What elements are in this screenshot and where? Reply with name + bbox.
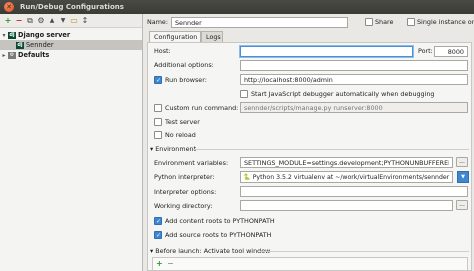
add-task-icon[interactable]: + xyxy=(156,259,163,268)
title-bar: ✕ Run/Debug Configurations xyxy=(0,0,474,14)
host-label: Host: xyxy=(154,47,171,55)
django-icon: dj xyxy=(8,31,16,39)
copy-icon[interactable]: ⧉ xyxy=(25,16,35,26)
move-up-icon[interactable]: ▲ xyxy=(47,16,57,26)
name-field[interactable] xyxy=(171,17,348,28)
chevron-down-icon[interactable]: ▼ xyxy=(457,171,469,183)
add-source-roots-label: Add source roots to PYTHONPATH xyxy=(165,231,272,239)
tree-group-label: Django server xyxy=(18,31,71,39)
run-browser-checkbox[interactable] xyxy=(154,76,162,84)
section-divider xyxy=(193,149,469,150)
python-interpreter-value: Python 3.5.2 virtualenv at ~/work/virtua… xyxy=(252,174,450,181)
run-browser-label: Run browser: xyxy=(165,76,207,84)
tab-configuration[interactable]: Configuration xyxy=(149,31,201,42)
python-interpreter-select[interactable]: 🐍 Python 3.5.2 virtualenv at ~/work/virt… xyxy=(240,171,453,183)
custom-run-command-label: Custom run command: xyxy=(165,104,239,112)
js-debugger-checkbox[interactable] xyxy=(240,90,248,98)
port-label: Port: xyxy=(418,47,433,55)
configuration-editor: Name: Share Single instance only Configu… xyxy=(143,14,474,271)
name-label: Name: xyxy=(147,18,169,26)
before-launch-section-header[interactable]: ▾ Before launch: Activate tool window xyxy=(150,246,270,256)
add-icon[interactable]: + xyxy=(3,16,13,26)
env-vars-label: Environment variables: xyxy=(154,159,229,167)
section-divider xyxy=(260,251,469,252)
django-icon: dj xyxy=(16,41,24,49)
additional-options-field[interactable] xyxy=(240,60,468,71)
remove-task-icon[interactable]: − xyxy=(167,259,174,268)
host-field[interactable] xyxy=(240,46,413,57)
expand-arrow-icon: ▾ xyxy=(150,145,154,153)
run-browser-url-field[interactable] xyxy=(240,74,468,85)
interpreter-options-field[interactable] xyxy=(240,186,468,197)
working-directory-label: Working directory: xyxy=(154,202,213,210)
interpreter-options-label: Interpreter options: xyxy=(154,188,217,196)
tree-group-django-server[interactable]: ▾ dj Django server xyxy=(0,30,142,40)
working-directory-field[interactable] xyxy=(240,200,453,211)
tree-item-sennder[interactable]: dj Sennder xyxy=(0,40,142,50)
add-source-roots-checkbox[interactable] xyxy=(154,231,162,239)
python-icon: 🐍 xyxy=(243,174,251,181)
custom-run-command-field[interactable] xyxy=(240,102,468,113)
window-title: Run/Debug Configurations xyxy=(20,3,124,11)
working-directory-browse-button[interactable]: ... xyxy=(456,200,468,210)
tree-group-defaults[interactable]: ▸ ⚙ Defaults xyxy=(0,50,142,60)
single-instance-checkbox[interactable] xyxy=(407,18,415,26)
no-reload-checkbox[interactable] xyxy=(154,131,162,139)
configurations-sidebar: + − ⧉ ⚙ ▲ ▼ ▭ ↕ ▾ dj Django server dj Sennd… xyxy=(0,14,143,271)
configuration-panel: Host: Port: Additional options: Run brow… xyxy=(147,42,472,271)
expand-arrow-icon: ▾ xyxy=(150,247,154,255)
share-checkbox[interactable] xyxy=(365,18,373,26)
test-server-label: Test server xyxy=(165,118,200,126)
env-vars-browse-button[interactable]: ... xyxy=(456,157,468,167)
tree-group-label: Defaults xyxy=(18,51,50,59)
sort-icon[interactable]: ↕ xyxy=(80,16,90,26)
env-vars-field[interactable] xyxy=(240,157,453,168)
python-interpreter-label: Python interpreter: xyxy=(154,173,215,181)
move-down-icon[interactable]: ▼ xyxy=(58,16,68,26)
close-icon[interactable]: ✕ xyxy=(4,2,14,12)
custom-run-command-checkbox[interactable] xyxy=(154,104,162,112)
collapse-arrow-icon[interactable]: ▸ xyxy=(0,51,8,61)
test-server-checkbox[interactable] xyxy=(154,118,162,126)
before-launch-toolbar: + − xyxy=(152,257,468,270)
remove-icon[interactable]: − xyxy=(14,16,24,26)
share-label: Share xyxy=(375,18,394,26)
environment-section-header[interactable]: ▾ Environment xyxy=(150,144,196,154)
no-reload-label: No reload xyxy=(165,131,196,139)
tab-logs[interactable]: Logs xyxy=(201,31,223,42)
settings-icon[interactable]: ⚙ xyxy=(36,16,46,26)
add-content-roots-checkbox[interactable] xyxy=(154,217,162,225)
js-debugger-label: Start JavaScript debugger automatically … xyxy=(251,90,435,98)
additional-options-label: Additional options: xyxy=(154,61,214,69)
defaults-icon: ⚙ xyxy=(8,51,16,59)
port-field[interactable] xyxy=(434,46,468,57)
single-instance-label: Single instance only xyxy=(417,18,474,26)
add-content-roots-label: Add content roots to PYTHONPATH xyxy=(165,217,275,225)
tree-item-label: Sennder xyxy=(26,41,54,49)
folder-icon[interactable]: ▭ xyxy=(69,16,79,26)
sidebar-toolbar: + − ⧉ ⚙ ▲ ▼ ▭ ↕ xyxy=(0,14,142,28)
